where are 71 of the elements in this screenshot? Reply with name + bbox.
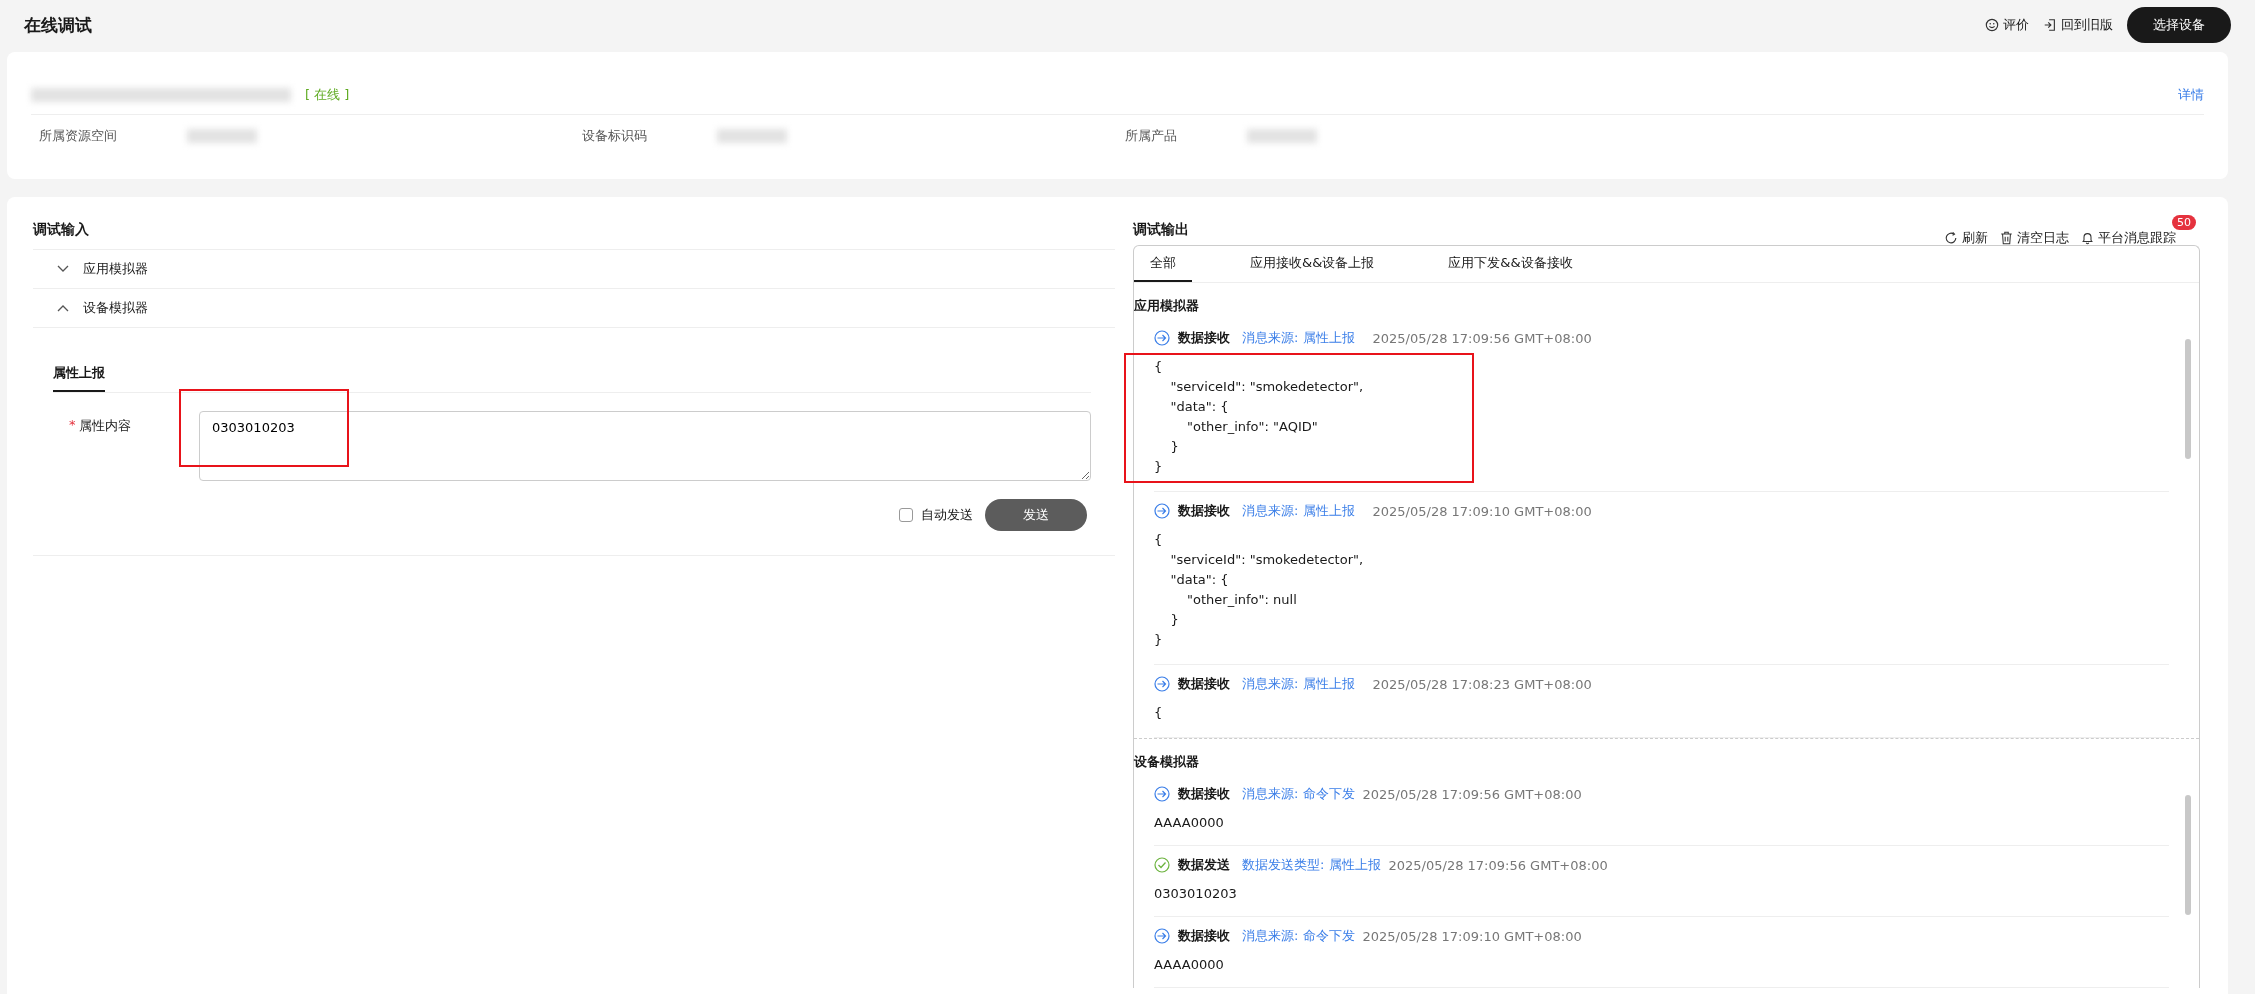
timestamp: 2025/05/28 17:09:10 GMT+08:00 xyxy=(1362,928,1582,944)
scrollbar[interactable] xyxy=(2185,339,2191,459)
arrow-circle-icon xyxy=(1154,330,1170,346)
json-payload: { xyxy=(1154,704,1164,722)
payload-text: AAAA0000 xyxy=(1154,814,1225,832)
arrow-circle-icon xyxy=(1154,676,1170,692)
checkbox[interactable] xyxy=(899,508,913,522)
timestamp: 2025/05/28 17:09:56 GMT+08:00 xyxy=(1362,786,1582,802)
redacted-field-value xyxy=(717,129,787,143)
old-version-link[interactable]: 回到旧版 xyxy=(2043,16,2113,34)
trash-icon xyxy=(2000,231,2013,245)
count-badge: 50 xyxy=(2172,215,2196,230)
timestamp: 2025/05/28 17:09:10 GMT+08:00 xyxy=(1372,503,1592,519)
section-title: 应用模拟器 xyxy=(1134,297,1200,315)
check-circle-icon xyxy=(1154,857,1170,873)
refresh-icon xyxy=(1944,231,1958,245)
entry-type: 数据接收 xyxy=(1178,675,1230,693)
page-title: 在线调试 xyxy=(24,13,92,37)
simulator-toggle[interactable]: 设备模拟器 xyxy=(33,288,1115,327)
timestamp: 2025/05/28 17:09:56 GMT+08:00 xyxy=(1388,857,1608,873)
property-content-field[interactable]: 0303010203 xyxy=(199,411,1091,481)
message-source: 消息来源: 命令下发 xyxy=(1242,927,1355,945)
chevron-up-icon xyxy=(57,304,69,312)
panel-title: 调试输出 xyxy=(1133,221,1189,239)
field-label: 设备标识码 xyxy=(582,127,647,145)
redacted-field-value xyxy=(1247,129,1317,143)
online-status: [ 在线 ] xyxy=(305,86,350,104)
tab[interactable]: 应用接收&&设备上报 xyxy=(1234,246,1391,282)
redacted-field-value xyxy=(187,129,257,143)
message-source: 数据发送类型: 属性上报 xyxy=(1242,856,1381,874)
tab[interactable]: 应用下发&&设备接收 xyxy=(1432,246,1589,282)
timestamp: 2025/05/28 17:09:56 GMT+08:00 xyxy=(1372,330,1592,346)
arrow-circle-icon xyxy=(1154,928,1170,944)
field-label: 所属产品 xyxy=(1125,127,1177,145)
section-title: 设备模拟器 xyxy=(1134,753,1200,771)
clear-log-button[interactable]: 清空日志 xyxy=(2000,229,2069,247)
arrow-circle-icon xyxy=(1154,786,1170,802)
smiley-icon xyxy=(1985,18,1999,32)
chevron-down-icon xyxy=(57,265,69,273)
bell-icon xyxy=(2081,231,2094,245)
tab[interactable]: 全部 xyxy=(1134,246,1192,282)
field-label: 所属资源空间 xyxy=(39,127,117,145)
message-source: 消息来源: 属性上报 xyxy=(1242,502,1355,520)
entry-type: 数据接收 xyxy=(1178,502,1230,520)
select-device-button[interactable]: 选择设备 xyxy=(2127,7,2231,43)
payload-text: AAAA0000 xyxy=(1154,956,1225,974)
exit-icon xyxy=(2043,18,2057,32)
tab[interactable]: 属性上报 xyxy=(53,356,105,392)
entry-type: 数据接收 xyxy=(1178,785,1230,803)
rate-link[interactable]: 评价 xyxy=(1985,16,2029,34)
message-source: 消息来源: 命令下发 xyxy=(1242,785,1355,803)
timestamp: 2025/05/28 17:08:23 GMT+08:00 xyxy=(1372,676,1592,692)
entry-type: 数据发送 xyxy=(1178,856,1230,874)
refresh-button[interactable]: 刷新 xyxy=(1944,229,1988,247)
required-mark: * xyxy=(69,417,76,434)
scrollbar[interactable] xyxy=(2185,795,2191,915)
simulator-toggle[interactable]: 应用模拟器 xyxy=(33,249,1115,288)
json-payload: { "serviceId": "smokedetector", "data": { "other_info": "AQID" } } xyxy=(1154,358,1365,476)
checkbox-label: 自动发送 xyxy=(921,506,973,524)
arrow-circle-icon xyxy=(1154,503,1170,519)
field-label: 属性内容 xyxy=(78,417,131,435)
message-source: 消息来源: 属性上报 xyxy=(1242,675,1355,693)
payload-text: 0303010203 xyxy=(1154,885,1238,903)
message-trace-button[interactable]: 平台消息跟踪 xyxy=(2081,229,2176,247)
panel-title: 调试输入 xyxy=(33,221,90,239)
details-link[interactable]: 详情 xyxy=(2178,86,2204,104)
entry-type: 数据接收 xyxy=(1178,329,1230,347)
message-source: 消息来源: 属性上报 xyxy=(1242,329,1355,347)
entry-type: 数据接收 xyxy=(1178,927,1230,945)
send-button[interactable]: 发送 xyxy=(985,499,1087,531)
json-payload: { "serviceId": "smokedetector", "data": { "other_info": null } } xyxy=(1154,531,1365,649)
